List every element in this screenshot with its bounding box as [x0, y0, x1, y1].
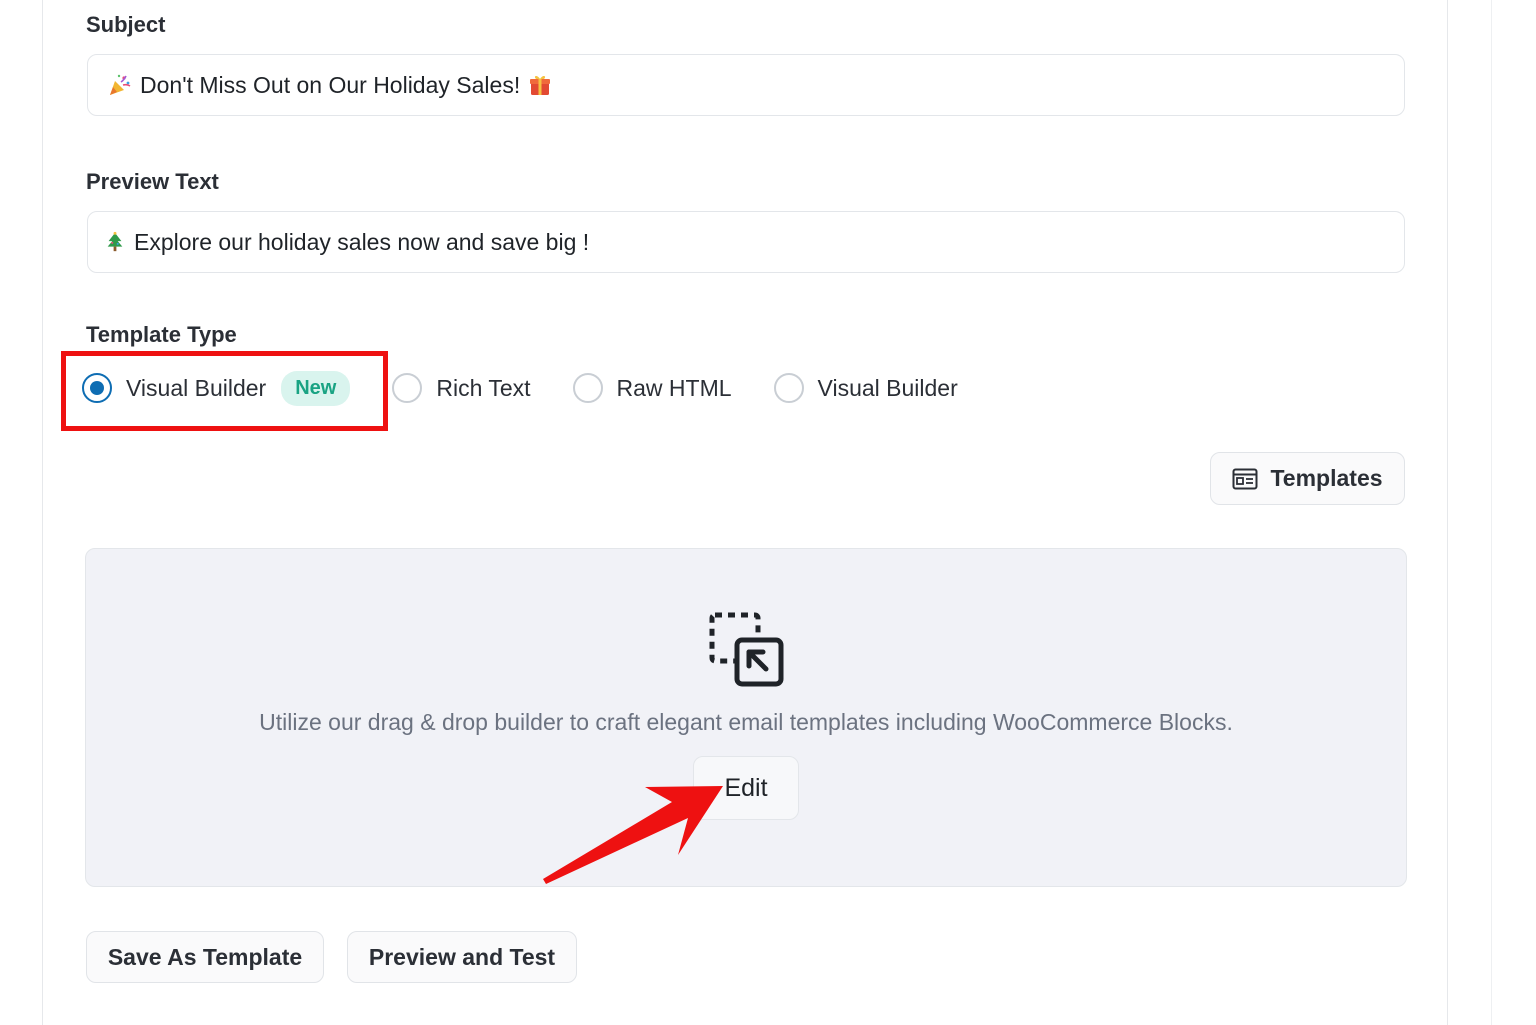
- template-icon: [1232, 468, 1258, 490]
- edit-button[interactable]: Edit: [693, 756, 799, 820]
- templates-button[interactable]: Templates: [1210, 452, 1405, 505]
- preview-and-test-button[interactable]: Preview and Test: [347, 931, 577, 983]
- template-type-radio-group: Visual Builder New Rich Text Raw HTML Vi…: [82, 366, 958, 410]
- panel-right-border: [1447, 0, 1448, 1025]
- radio-raw-html[interactable]: Raw HTML: [572, 373, 732, 403]
- radio-unchecked-icon: [392, 373, 423, 403]
- radio-label: Visual Builder: [126, 374, 267, 401]
- radio-unchecked-icon: [572, 373, 603, 403]
- preview-text-input[interactable]: Explore our holiday sales now and save b…: [87, 211, 1405, 273]
- scroll-track-border: [1491, 0, 1492, 1025]
- radio-visual-builder[interactable]: Visual Builder: [773, 373, 958, 403]
- radio-label: Raw HTML: [616, 374, 732, 401]
- radio-label: Visual Builder: [817, 374, 958, 401]
- subject-value: Don't Miss Out on Our Holiday Sales!: [140, 71, 521, 98]
- template-type-label: Template Type: [86, 322, 237, 347]
- visual-builder-panel: Utilize our drag & drop builder to craft…: [85, 548, 1407, 887]
- christmas-tree-icon: [107, 231, 123, 252]
- templates-button-label: Templates: [1270, 465, 1383, 491]
- builder-description: Utilize our drag & drop builder to craft…: [259, 709, 1233, 735]
- radio-unchecked-icon: [773, 373, 804, 403]
- subject-input[interactable]: Don't Miss Out on Our Holiday Sales!: [87, 54, 1405, 116]
- gift-icon: [530, 75, 551, 95]
- preview-text-label: Preview Text: [86, 169, 219, 194]
- radio-rich-text[interactable]: Rich Text: [392, 373, 531, 403]
- preview-text-value: Explore our holiday sales now and save b…: [134, 228, 590, 255]
- party-popper-icon: [110, 74, 131, 95]
- radio-label: Rich Text: [436, 374, 531, 401]
- new-badge: New: [281, 370, 351, 406]
- radio-checked-icon: [82, 373, 112, 403]
- radio-visual-builder-new[interactable]: Visual Builder New: [82, 370, 351, 406]
- panel-left-border: [42, 0, 43, 1025]
- subject-label: Subject: [86, 12, 166, 37]
- save-as-template-button[interactable]: Save As Template: [86, 931, 324, 983]
- drag-drop-icon: [709, 612, 784, 687]
